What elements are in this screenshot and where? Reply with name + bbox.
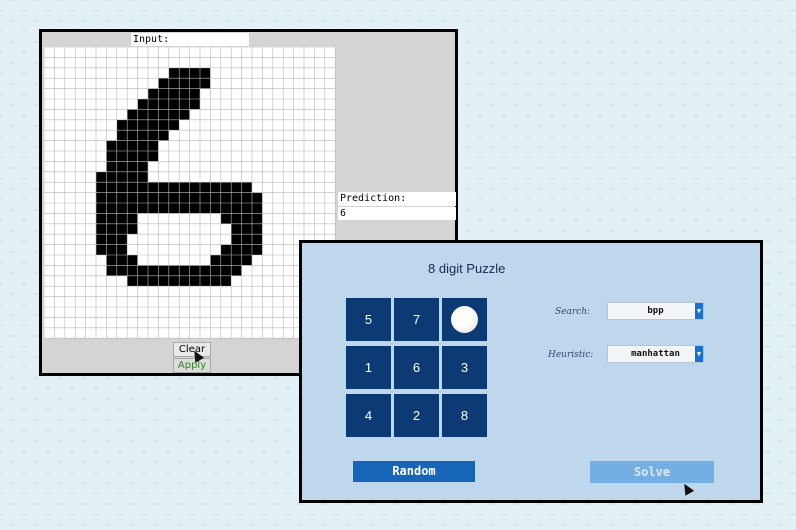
search-label: Search:: [555, 307, 591, 317]
filled-cell-run: [106, 140, 159, 151]
input-label: Input:: [131, 33, 249, 46]
filled-cell-run: [96, 182, 252, 193]
heuristic-select[interactable]: manhattan ▼: [607, 345, 704, 363]
tile[interactable]: 5: [346, 298, 391, 341]
prediction-label: Prediction:: [338, 192, 456, 206]
tile[interactable]: 6: [394, 346, 439, 389]
tile[interactable]: 2: [394, 394, 439, 437]
tile[interactable]: 7: [394, 298, 439, 341]
heuristic-value: manhattan: [631, 349, 680, 359]
search-value: bpp: [647, 306, 664, 316]
filled-cell-run: [96, 234, 128, 245]
filled-cell-run: [158, 78, 211, 89]
filled-cell-run: [231, 234, 263, 245]
mouse-cursor-icon: [679, 481, 695, 496]
filled-cell-run: [106, 265, 242, 276]
tile[interactable]: 8: [442, 394, 487, 437]
tile[interactable]: 1: [346, 346, 391, 389]
filled-cell-run: [96, 244, 128, 255]
drawing-canvas[interactable]: [44, 47, 336, 340]
heuristic-label: Heuristic:: [548, 350, 594, 360]
prediction-value: 6: [338, 207, 456, 220]
blank-tile[interactable]: [442, 298, 487, 341]
solve-button[interactable]: Solve: [590, 461, 714, 483]
search-select[interactable]: bpp ▼: [607, 302, 704, 320]
filled-cell-run: [96, 171, 148, 183]
random-button[interactable]: Random: [353, 461, 475, 482]
tile[interactable]: 4: [346, 394, 391, 437]
filled-cell-run: [148, 88, 200, 99]
filled-cell-run: [106, 255, 138, 266]
chevron-down-icon[interactable]: ▼: [695, 346, 703, 362]
blank-circle-icon: [451, 306, 478, 333]
puzzle-window: 8 digit Puzzle 5 7 1 6 3 4 2 8 Search: b…: [299, 240, 763, 503]
input-row: Input:: [42, 32, 455, 47]
puzzle-title: 8 digit Puzzle: [428, 261, 506, 276]
filled-cell-run: [231, 223, 263, 235]
apply-button[interactable]: Apply: [173, 358, 211, 373]
filled-cell-run: [106, 151, 159, 162]
filled-cell-run: [116, 130, 169, 141]
chevron-down-icon[interactable]: ▼: [695, 303, 703, 319]
tile[interactable]: 3: [442, 346, 487, 389]
